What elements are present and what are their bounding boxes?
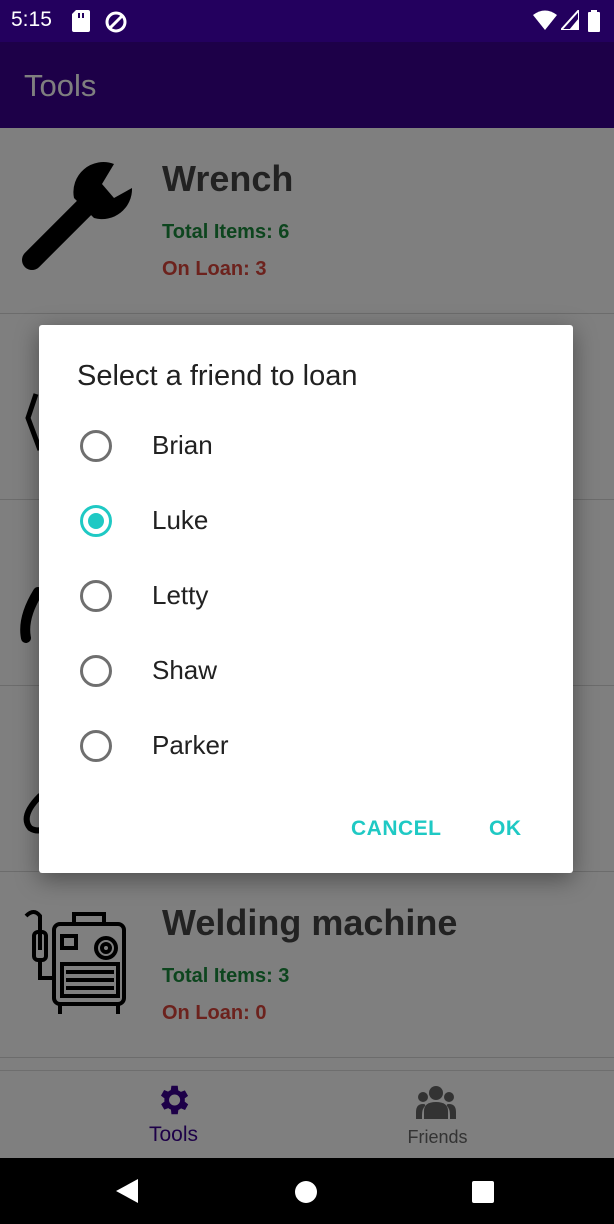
radio-label: Luke bbox=[152, 505, 209, 535]
status-bar: 5:15 bbox=[0, 0, 614, 42]
radio-option-brian[interactable]: Brian bbox=[39, 409, 573, 484]
radio-label: Parker bbox=[152, 730, 229, 760]
data-saver-icon bbox=[105, 11, 127, 33]
dialog-title: Select a friend to loan bbox=[77, 360, 358, 392]
radio-label: Shaw bbox=[152, 655, 218, 685]
radio-button-selected[interactable] bbox=[80, 505, 112, 537]
radio-button[interactable] bbox=[80, 730, 112, 762]
sd-card-icon bbox=[72, 10, 90, 32]
back-icon[interactable] bbox=[114, 1178, 140, 1204]
recents-icon[interactable] bbox=[471, 1180, 495, 1204]
radio-option-parker[interactable]: Parker bbox=[39, 709, 573, 784]
radio-button[interactable] bbox=[80, 430, 112, 462]
select-friend-dialog: Select a friend to loan Brian Luke Letty… bbox=[39, 325, 573, 873]
radio-label: Letty bbox=[152, 580, 209, 610]
battery-icon bbox=[588, 10, 600, 32]
radio-label: Brian bbox=[152, 430, 213, 460]
ok-button[interactable]: OK bbox=[489, 817, 522, 841]
system-nav-bar bbox=[0, 1158, 614, 1224]
cancel-button[interactable]: CANCEL bbox=[351, 817, 442, 841]
wifi-icon bbox=[533, 10, 557, 30]
radio-option-shaw[interactable]: Shaw bbox=[39, 634, 573, 709]
home-icon[interactable] bbox=[294, 1180, 318, 1204]
status-time: 5:15 bbox=[11, 8, 52, 31]
signal-icon bbox=[561, 10, 579, 30]
radio-option-letty[interactable]: Letty bbox=[39, 559, 573, 634]
radio-button[interactable] bbox=[80, 580, 112, 612]
radio-button[interactable] bbox=[80, 655, 112, 687]
radio-option-luke[interactable]: Luke bbox=[39, 484, 573, 559]
